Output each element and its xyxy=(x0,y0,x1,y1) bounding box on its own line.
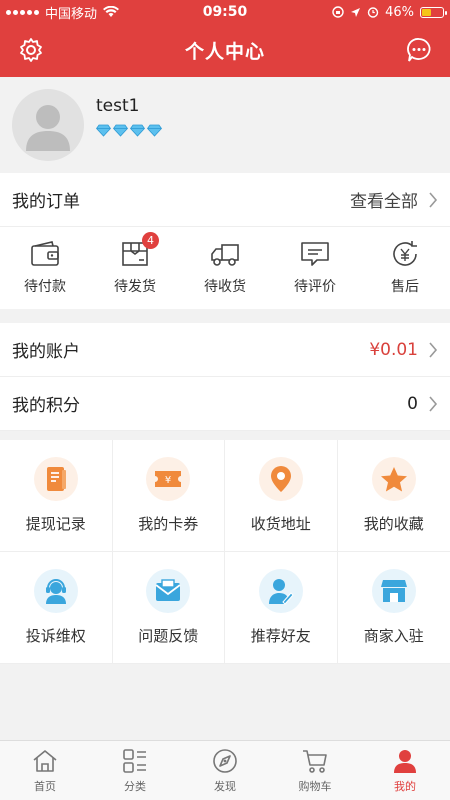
shop-icon xyxy=(380,580,407,602)
my-favorites-item[interactable]: 我的收藏 xyxy=(337,440,450,552)
account-label: 我的账户 xyxy=(12,342,80,362)
shipping-address-item[interactable]: 收货地址 xyxy=(225,440,338,552)
tab-label: 我的 xyxy=(394,779,416,793)
comment-icon xyxy=(301,242,329,266)
refund-icon xyxy=(393,241,417,266)
tab-home[interactable]: 首页 xyxy=(0,741,90,800)
avatar[interactable] xyxy=(12,89,84,161)
service-label: 收货地址 xyxy=(250,515,311,533)
complaint-item[interactable]: 投诉维权 xyxy=(0,552,113,664)
svg-text:¥: ¥ xyxy=(165,475,171,486)
tab-cart[interactable]: 购物车 xyxy=(270,741,360,800)
order-status-label: 待付款 xyxy=(24,279,66,295)
header: 个人中心 xyxy=(0,24,450,77)
status-time: 09:50 xyxy=(202,4,248,20)
order-status-label: 待发货 xyxy=(114,279,156,295)
cart-icon xyxy=(303,749,327,773)
coupon-icon: ¥ xyxy=(155,471,182,487)
feedback-item[interactable]: 问题反馈 xyxy=(112,552,225,664)
wifi-icon xyxy=(103,6,120,17)
chevron-right-icon xyxy=(429,395,438,412)
orders-header-row[interactable]: 我的订单 查看全部 xyxy=(0,173,450,227)
order-pending-shipment[interactable]: 4 待发货 xyxy=(90,232,180,296)
location-arrow-icon xyxy=(351,7,361,17)
user-icon xyxy=(394,749,416,773)
service-label: 投诉维权 xyxy=(25,627,86,645)
truck-icon xyxy=(211,244,239,266)
service-label: 商家入驻 xyxy=(363,627,424,645)
order-after-sales[interactable]: 售后 xyxy=(360,240,450,296)
profile-section[interactable]: test1 xyxy=(0,77,450,173)
service-label: 推荐好友 xyxy=(250,627,311,645)
signal-icon xyxy=(6,9,39,15)
diamond-icon xyxy=(96,124,111,137)
discover-icon xyxy=(213,748,237,773)
service-label: 提现记录 xyxy=(25,515,86,533)
tab-label: 发现 xyxy=(214,779,236,793)
top-bar: 中国移动 09:50 46% 个人中心 xyxy=(0,0,450,77)
tab-label: 分类 xyxy=(124,779,146,793)
customer-service-icon xyxy=(45,579,66,604)
services-grid: 提现记录 ¥ 我的卡券 收货地址 我的收藏 投诉维权 问题反馈 推荐好友 商家入… xyxy=(0,440,450,664)
recommend-friend-item[interactable]: 推荐好友 xyxy=(225,552,338,664)
default-avatar-icon xyxy=(26,105,70,151)
service-label: 问题反馈 xyxy=(138,627,199,645)
alarm-icon xyxy=(367,7,379,18)
pending-shipment-badge: 4 xyxy=(142,232,159,249)
tab-discover[interactable]: 发现 xyxy=(180,741,270,800)
account-balance: ¥0.01 xyxy=(369,339,418,360)
withdraw-record-icon xyxy=(46,467,66,491)
view-all-orders-link[interactable]: 查看全部 xyxy=(350,187,418,212)
location-pin-icon xyxy=(270,466,291,492)
status-bar: 中国移动 09:50 46% xyxy=(0,0,450,24)
order-pending-review[interactable]: 待评价 xyxy=(270,240,360,296)
order-pending-receipt[interactable]: 待收货 xyxy=(180,240,270,296)
tab-category[interactable]: 分类 xyxy=(90,741,180,800)
service-label: 我的收藏 xyxy=(363,515,424,533)
star-icon xyxy=(380,466,407,491)
merchant-join-item[interactable]: 商家入驻 xyxy=(337,552,450,664)
battery-icon xyxy=(420,6,447,18)
tab-label: 购物车 xyxy=(298,779,332,793)
chevron-right-icon xyxy=(429,341,438,358)
diamond-icon xyxy=(147,124,162,137)
feedback-mail-icon xyxy=(155,579,181,601)
account-card: 我的账户 ¥0.01 我的积分 0 xyxy=(0,323,450,431)
order-status-label: 待评价 xyxy=(294,279,336,295)
order-status-label: 售后 xyxy=(391,279,419,295)
service-label: 我的卡券 xyxy=(138,515,199,533)
orders-card: 我的订单 查看全部 待付款 4 待发货 待收货 待评价 售后 xyxy=(0,173,450,309)
recommend-friend-icon xyxy=(268,579,294,605)
bottom-tab-bar: 首页 分类 发现 购物车 我的 xyxy=(0,740,450,800)
tab-mine[interactable]: 我的 xyxy=(360,741,450,800)
order-pending-payment[interactable]: 待付款 xyxy=(0,240,90,296)
points-row[interactable]: 我的积分 0 xyxy=(0,377,450,431)
username: test1 xyxy=(96,95,140,116)
settings-gear-icon[interactable] xyxy=(18,37,44,63)
withdraw-record-item[interactable]: 提现记录 xyxy=(0,440,113,552)
tab-label: 首页 xyxy=(34,779,56,793)
diamond-icon xyxy=(130,124,145,137)
home-icon xyxy=(33,749,57,772)
order-status-label: 待收货 xyxy=(204,279,246,295)
diamond-icon xyxy=(113,124,128,137)
chevron-right-icon xyxy=(429,191,438,208)
battery-percent: 46% xyxy=(385,4,414,20)
points-value: 0 xyxy=(407,393,418,414)
category-icon xyxy=(123,748,146,773)
account-row[interactable]: 我的账户 ¥0.01 xyxy=(0,323,450,377)
points-label: 我的积分 xyxy=(12,396,80,416)
member-level-gems xyxy=(96,124,162,137)
wallet-icon xyxy=(31,241,59,266)
order-status-list: 待付款 4 待发货 待收货 待评价 售后 xyxy=(0,227,450,309)
message-icon[interactable] xyxy=(406,37,432,63)
carrier-name: 中国移动 xyxy=(45,6,98,22)
orders-title: 我的订单 xyxy=(12,192,80,212)
my-coupons-item[interactable]: ¥ 我的卡券 xyxy=(112,440,225,552)
rotation-lock-icon xyxy=(332,6,344,18)
page-title: 个人中心 xyxy=(184,41,265,63)
